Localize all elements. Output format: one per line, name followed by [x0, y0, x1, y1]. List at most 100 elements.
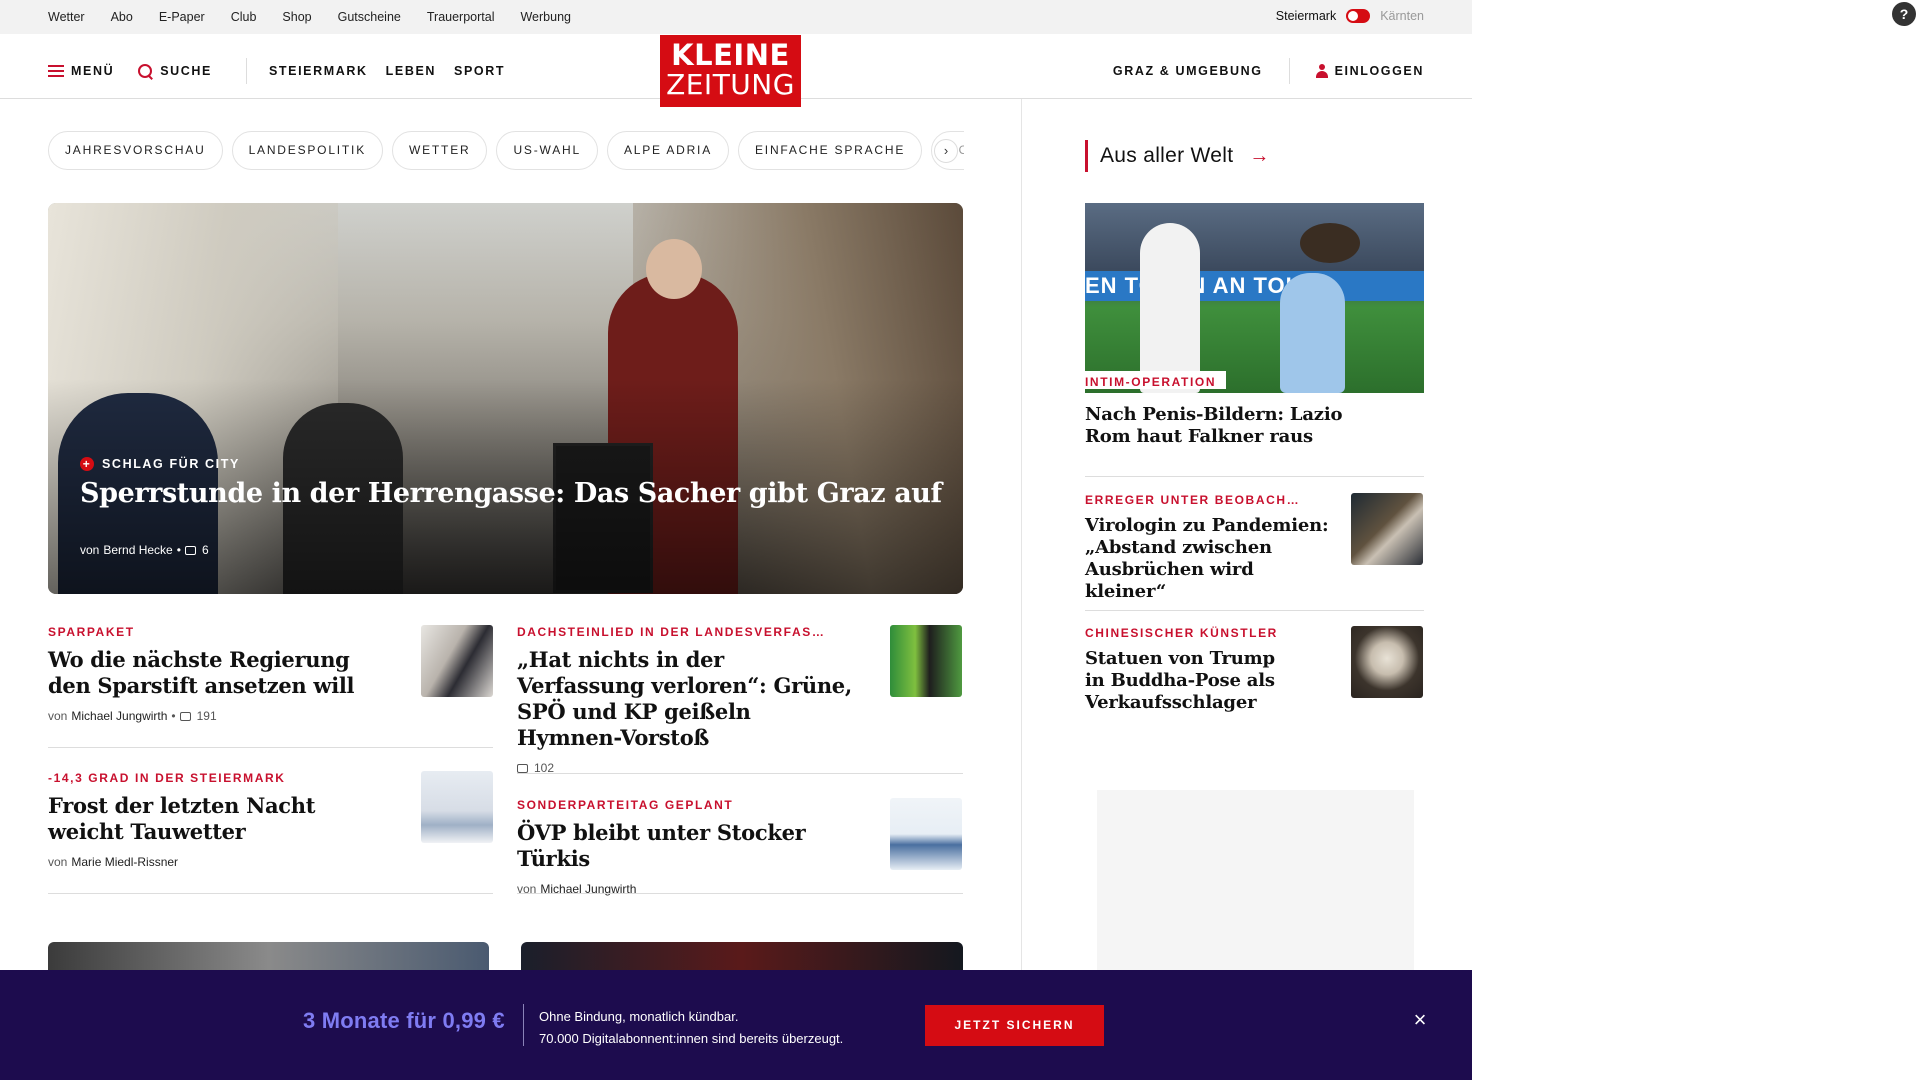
search-icon: [138, 63, 153, 79]
help-icon[interactable]: ?: [1892, 2, 1916, 26]
hero-comment-count[interactable]: 6: [202, 543, 209, 557]
teaser-divider: [517, 773, 963, 774]
header-divider-right: [1288, 58, 1290, 84]
utility-bar: Wetter Abo E-Paper Club Shop Gutscheine …: [0, 0, 1472, 34]
teaser-meta: von Michael Jungwirth • 191: [48, 709, 493, 723]
tag-jahresvorschau[interactable]: JAHRESVORSCHAU: [48, 131, 223, 170]
utility-link-epaper[interactable]: E-Paper: [159, 10, 205, 24]
teaser-thumbnail[interactable]: [421, 771, 493, 843]
sidebar-item-title[interactable]: Statuen von Trump in Buddha-Pose als Ver…: [1085, 648, 1300, 714]
sidebar-item-thumbnail[interactable]: [1351, 626, 1423, 698]
teaser-author[interactable]: Michael Jungwirth: [71, 709, 167, 723]
teaser-thumbnail[interactable]: [890, 798, 962, 870]
sidebar-item-kicker: ERREGER UNTER BEOBACH…: [1085, 493, 1301, 507]
hero-separator: •: [176, 543, 181, 557]
utility-link-trauerportal[interactable]: Trauerportal: [427, 10, 495, 24]
tag-us-wahl[interactable]: US-WAHL: [496, 131, 598, 170]
user-icon[interactable]: [1315, 64, 1328, 78]
login-button[interactable]: EINLOGGEN: [1335, 64, 1424, 78]
nav-steiermark[interactable]: STEIERMARK: [269, 64, 368, 78]
hero-article[interactable]: + SCHLAG FÜR CITY Sperrstunde in der Her…: [48, 203, 963, 594]
teaser-thumbnail[interactable]: [890, 625, 962, 697]
promo-price: 3 Monate für 0,99 €: [303, 1008, 505, 1033]
utility-link-werbung[interactable]: Werbung: [520, 10, 571, 24]
teaser-comment-count[interactable]: 191: [197, 709, 217, 723]
teaser-meta: von Marie Miedl-Rissner: [48, 855, 493, 869]
teaser-image-partial[interactable]: [521, 942, 963, 972]
header-divider: [245, 58, 247, 84]
header-left: MENÜ SUCHE STEIERMARK LEBEN SPORT: [48, 58, 505, 84]
tag-alpe-adria[interactable]: ALPE ADRIA: [606, 131, 729, 170]
section-nav: STEIERMARK LEBEN SPORT: [269, 64, 505, 78]
teaser-title[interactable]: ÖVP bleibt unter Stocker Türkis: [517, 820, 867, 872]
teaser-article[interactable]: SONDERPARTEITAG GEPLANT ÖVP bleibt unter…: [517, 798, 962, 896]
region-switch: Steiermark Kärnten: [1276, 9, 1424, 23]
sidebar-divider: [1085, 476, 1424, 477]
header-right: GRAZ & UMGEBUNG EINLOGGEN: [1113, 58, 1424, 84]
teaser-author[interactable]: Marie Miedl-Rissner: [71, 855, 178, 869]
hamburger-icon: [48, 65, 64, 77]
teaser-thumbnail[interactable]: [421, 625, 493, 697]
utility-link-abo[interactable]: Abo: [111, 10, 133, 24]
chevron-right-icon[interactable]: ›: [934, 139, 958, 163]
search-button[interactable]: SUCHE: [138, 63, 212, 79]
teaser-article[interactable]: SPARPAKET Wo die nächste Regierung den S…: [48, 625, 493, 723]
region-inactive-label[interactable]: Kärnten: [1380, 9, 1424, 23]
image-ad-banner: EN TOKEN AN TOK: [1085, 271, 1424, 301]
sidebar-item-thumbnail[interactable]: [1351, 493, 1423, 565]
search-label: SUCHE: [160, 64, 212, 78]
image-player: [1140, 223, 1200, 393]
teaser-title[interactable]: Wo die nächste Regierung den Sparstift a…: [48, 647, 368, 699]
teaser-title[interactable]: Frost der letzten Nacht weicht Tauwetter: [48, 793, 338, 845]
nav-leben[interactable]: LEBEN: [386, 64, 436, 78]
plus-icon: +: [80, 457, 94, 471]
comment-icon: [517, 763, 528, 773]
sidebar-lead-title[interactable]: Nach Penis-Bildern: Lazio Rom haut Falkn…: [1085, 404, 1345, 448]
ad-placeholder: [1097, 790, 1414, 1000]
image-eagle: [1300, 223, 1360, 263]
topic-tags: JAHRESVORSCHAU LANDESPOLITIK WETTER US-W…: [48, 131, 964, 171]
heading-accent-bar: [1085, 140, 1088, 172]
hero-image-shade: [48, 203, 963, 594]
comment-icon: [184, 545, 196, 555]
local-nav-graz[interactable]: GRAZ & UMGEBUNG: [1113, 64, 1263, 78]
menu-button[interactable]: MENÜ: [48, 64, 114, 78]
sidebar-lead-kicker: INTIM-OPERATION: [1085, 371, 1227, 389]
site-logo[interactable]: KLEINE ZEITUNG: [660, 35, 801, 107]
hero-meta: von Bernd Hecke • 6: [80, 543, 209, 557]
utility-link-club[interactable]: Club: [231, 10, 257, 24]
tag-landespolitik[interactable]: LANDESPOLITIK: [231, 131, 383, 170]
subscribe-button[interactable]: JETZT SICHERN: [925, 1005, 1104, 1046]
close-icon[interactable]: ×: [1410, 1009, 1430, 1031]
region-toggle[interactable]: [1346, 9, 1371, 23]
utility-link-wetter[interactable]: Wetter: [48, 10, 85, 24]
arrow-right-icon: →: [1249, 144, 1270, 167]
hero-author[interactable]: Bernd Hecke: [103, 543, 172, 557]
sidebar-heading[interactable]: Aus aller Welt →: [1085, 140, 1269, 172]
utility-link-gutscheine[interactable]: Gutscheine: [338, 10, 401, 24]
teaser-article[interactable]: DACHSTEINLIED IN DER LANDESVERFAS… „Hat …: [517, 625, 962, 775]
teaser-image-partial[interactable]: [48, 942, 489, 972]
promo-text: Ohne Bindung, monatlich kündbar. 70.000 …: [539, 1006, 843, 1050]
sidebar-divider: [1085, 610, 1424, 611]
promo-line-2: 70.000 Digitalabonnent:innen sind bereit…: [539, 1031, 844, 1046]
teaser-article[interactable]: -14,3 GRAD IN DER STEIERMARK Frost der l…: [48, 771, 493, 869]
logo-line-1: KLEINE: [671, 38, 790, 72]
teaser-title[interactable]: „Hat nichts in der Verfassung verloren“:…: [517, 647, 857, 751]
sidebar-lead-image[interactable]: EN TOKEN AN TOK: [1085, 203, 1424, 393]
sidebar-heading-label: Aus aller Welt: [1100, 144, 1234, 167]
region-active-label[interactable]: Steiermark: [1276, 9, 1336, 23]
tag-wetter[interactable]: WETTER: [392, 131, 488, 170]
viewport-margin: [1472, 0, 1920, 1080]
utility-link-shop[interactable]: Shop: [282, 10, 311, 24]
teaser-divider: [48, 747, 493, 748]
hero-kicker: + SCHLAG FÜR CITY: [80, 457, 240, 471]
image-club-shield: [1280, 273, 1345, 393]
sidebar-item-title[interactable]: Virologin zu Pandemien: „Abstand zwische…: [1085, 515, 1340, 603]
hero-title[interactable]: Sperrstunde in der Herrengasse: Das Sach…: [80, 478, 942, 509]
promo-line-1: Ohne Bindung, monatlich kündbar.: [539, 1009, 739, 1024]
tag-einfache-sprache[interactable]: EINFACHE SPRACHE: [738, 131, 923, 170]
nav-sport[interactable]: SPORT: [454, 64, 505, 78]
comment-icon: [179, 711, 191, 721]
teaser-by: von: [48, 709, 68, 723]
